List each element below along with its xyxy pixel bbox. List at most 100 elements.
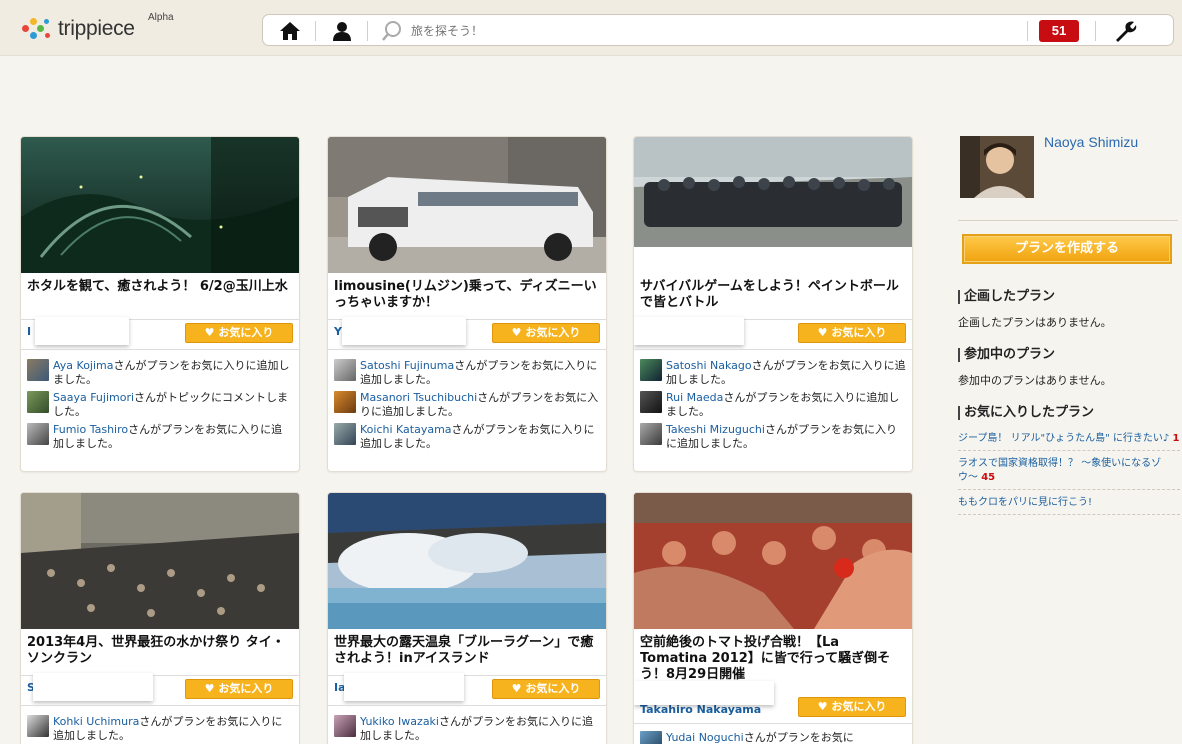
activity-item: Satoshi Fujinumaさんがプランをお気に入りに追加しました。 <box>334 359 602 387</box>
alpha-badge: Alpha <box>148 12 174 23</box>
plan-card[interactable]: 2013年4月、世界最狂の水かけ祭り タイ・ソンクラン S ♥ お気に入り Ko… <box>20 492 300 744</box>
plan-title[interactable]: limousine(リムジン)乗って、ディズニーいっちゃいますか！ <box>334 279 602 311</box>
user-link[interactable]: Aya Kojima <box>53 359 114 372</box>
activity-feed: Satoshi Nakagoさんがプランをお気に入りに追加しました。 Rui M… <box>640 359 908 455</box>
user-link[interactable]: Satoshi Fujinuma <box>360 359 454 372</box>
search-icon <box>379 19 405 43</box>
user-icon[interactable] <box>329 19 355 43</box>
favorite-plan-link[interactable]: ももクロをパリに見に行こう! <box>958 494 1180 515</box>
favorite-button[interactable]: ♥ お気に入り <box>492 679 600 699</box>
card-divider <box>634 349 912 350</box>
activity-item: Fumio Tashiroさんがプランをお気に入りに追加しました。 <box>27 423 295 451</box>
avatar[interactable] <box>640 423 662 445</box>
user-link[interactable]: Saaya Fujimori <box>53 391 134 404</box>
card-divider <box>328 705 606 706</box>
plan-title[interactable]: 世界最大の露天温泉「ブルーラグーン」で癒されよう！inアイスランド <box>334 635 602 667</box>
activity-feed: Yudai Noguchiさんがプランをお気に <box>640 731 908 744</box>
joined-empty-text: 参加中のプランはありません。 <box>958 374 1112 387</box>
creator-overlay <box>35 317 129 345</box>
avatar[interactable] <box>27 359 49 381</box>
user-link[interactable]: Yukiko Iwazaki <box>360 715 439 728</box>
activity-feed: Aya Kojimaさんがプランをお気に入りに追加しました。 Saaya Fuj… <box>27 359 295 455</box>
activity-item: Kohki Uchimuraさんがプランをお気に入りに追加しました。 <box>27 715 295 743</box>
joined-heading: 参加中のプラン <box>958 348 1055 362</box>
plan-photo-la-tomatina[interactable] <box>634 493 912 629</box>
user-link[interactable]: Fumio Tashiro <box>53 423 128 436</box>
user-link[interactable]: Koichi Katayama <box>360 423 452 436</box>
user-avatar[interactable] <box>960 136 1034 198</box>
user-link[interactable]: Yudai Noguchi <box>666 731 744 744</box>
activity-item: Yudai Noguchiさんがプランをお気に <box>640 731 908 744</box>
activity-item: Takeshi Mizuguchiさんがプランをお気に入りに追加しました。 <box>640 423 908 451</box>
plan-photo-songkran[interactable] <box>21 493 299 629</box>
favorite-button[interactable]: ♥ お気に入り <box>185 323 293 343</box>
avatar[interactable] <box>334 359 356 381</box>
plan-title[interactable]: 2013年4月、世界最狂の水かけ祭り タイ・ソンクラン <box>27 635 295 667</box>
plan-card[interactable]: 空前絶後のトマト投げ合戦！【La Tomatina 2012】に皆で行って騒ぎ倒… <box>633 492 913 744</box>
user-link[interactable]: Rui Maeda <box>666 391 723 404</box>
user-name[interactable]: Naoya Shimizu <box>1044 134 1138 150</box>
avatar[interactable] <box>334 423 356 445</box>
avatar[interactable] <box>27 423 49 445</box>
activity-item: Koichi Katayamaさんがプランをお気に入りに追加しました。 <box>334 423 602 451</box>
plan-card[interactable]: サバイバルゲームをしよう！ペイントボールで皆とバトル ♥ お気に入り Satos… <box>633 136 913 472</box>
plan-photo-fireflies[interactable] <box>21 137 299 273</box>
activity-item: Yukiko Iwazakiさんがプランをお気に入りに追加しました。 <box>334 715 602 743</box>
activity-feed: Satoshi Fujinumaさんがプランをお気に入りに追加しました。 Mas… <box>334 359 602 455</box>
top-bar: trippiece Alpha 51 <box>0 0 1182 56</box>
favorite-button[interactable]: ♥ お気に入り <box>798 323 906 343</box>
plan-photo-blue-lagoon[interactable] <box>328 493 606 629</box>
favorite-plan-link[interactable]: ラオスで国家資格取得！？ 〜象使いになるゾウ〜 45 <box>958 455 1180 490</box>
card-divider <box>634 723 912 724</box>
favorite-plan-link[interactable]: ジープ島！ リアル"ひょうたん島" に行きたい♪ 1 <box>958 430 1180 451</box>
plan-title[interactable]: 空前絶後のトマト投げ合戦！【La Tomatina 2012】に皆で行って騒ぎ倒… <box>640 635 908 683</box>
sidebar-divider <box>958 220 1178 221</box>
avatar[interactable] <box>27 391 49 413</box>
avatar[interactable] <box>640 731 662 744</box>
plan-photo-survival-game[interactable] <box>634 137 912 247</box>
card-divider <box>21 705 299 706</box>
activity-item: Aya Kojimaさんがプランをお気に入りに追加しました。 <box>27 359 295 387</box>
favorite-count: 45 <box>981 472 996 483</box>
avatar[interactable] <box>334 715 356 737</box>
plan-title[interactable]: サバイバルゲームをしよう！ペイントボールで皆とバトル <box>640 279 908 311</box>
plan-card[interactable]: limousine(リムジン)乗って、ディズニーいっちゃいますか！ Y ♥ お気… <box>327 136 607 472</box>
create-plan-button[interactable]: プランを作成する <box>962 234 1172 264</box>
nav-separator <box>1027 21 1028 41</box>
nav-bar: 51 <box>262 14 1174 46</box>
plan-title[interactable]: ホタルを観て、癒されよう！ 6/2@玉川上水 <box>27 279 295 295</box>
card-divider <box>21 349 299 350</box>
plan-card[interactable]: 世界最大の露天温泉「ブルーラグーン」で癒されよう！inアイスランド Ia ♥ お… <box>327 492 607 744</box>
favorites-heading: お気に入りしたプラン <box>958 406 1094 420</box>
settings-wrench-icon[interactable] <box>1111 19 1137 43</box>
avatar[interactable] <box>640 391 662 413</box>
logo[interactable]: trippiece Alpha <box>20 12 174 44</box>
activity-item: Rui Maedaさんがプランをお気に入りに追加しました。 <box>640 391 908 419</box>
logo-icon <box>20 16 56 42</box>
avatar[interactable] <box>27 715 49 737</box>
favorites-list: ジープ島！ リアル"ひょうたん島" に行きたい♪ 1 ラオスで国家資格取得！？ … <box>958 430 1180 519</box>
creator-overlay <box>634 681 774 705</box>
plan-photo-limousine[interactable] <box>328 137 606 273</box>
home-icon[interactable] <box>277 19 303 43</box>
creator-name[interactable]: Takahiro Nakayama <box>640 703 790 721</box>
user-link[interactable]: Kohki Uchimura <box>53 715 139 728</box>
favorite-button[interactable]: ♥ お気に入り <box>798 697 906 717</box>
plan-card[interactable]: ホタルを観て、癒されよう！ 6/2@玉川上水 I ♥ お気に入り Aya Koj… <box>20 136 300 472</box>
creator-overlay <box>634 317 744 345</box>
card-divider <box>328 349 606 350</box>
activity-feed: Kohki Uchimuraさんがプランをお気に入りに追加しました。 <box>27 715 295 744</box>
favorite-button[interactable]: ♥ お気に入り <box>492 323 600 343</box>
user-link[interactable]: Satoshi Nakago <box>666 359 752 372</box>
avatar[interactable] <box>640 359 662 381</box>
notification-badge[interactable]: 51 <box>1039 20 1079 42</box>
planned-heading: 企画したプラン <box>958 290 1055 304</box>
user-link[interactable]: Takeshi Mizuguchi <box>666 423 765 436</box>
nav-separator <box>367 21 368 41</box>
search-input[interactable] <box>411 18 1011 44</box>
user-link[interactable]: Masanori Tsuchibuchi <box>360 391 477 404</box>
activity-item: Saaya Fujimoriさんがトピックにコメントしました。 <box>27 391 295 419</box>
favorite-count: 1 <box>1172 433 1180 444</box>
avatar[interactable] <box>334 391 356 413</box>
favorite-button[interactable]: ♥ お気に入り <box>185 679 293 699</box>
